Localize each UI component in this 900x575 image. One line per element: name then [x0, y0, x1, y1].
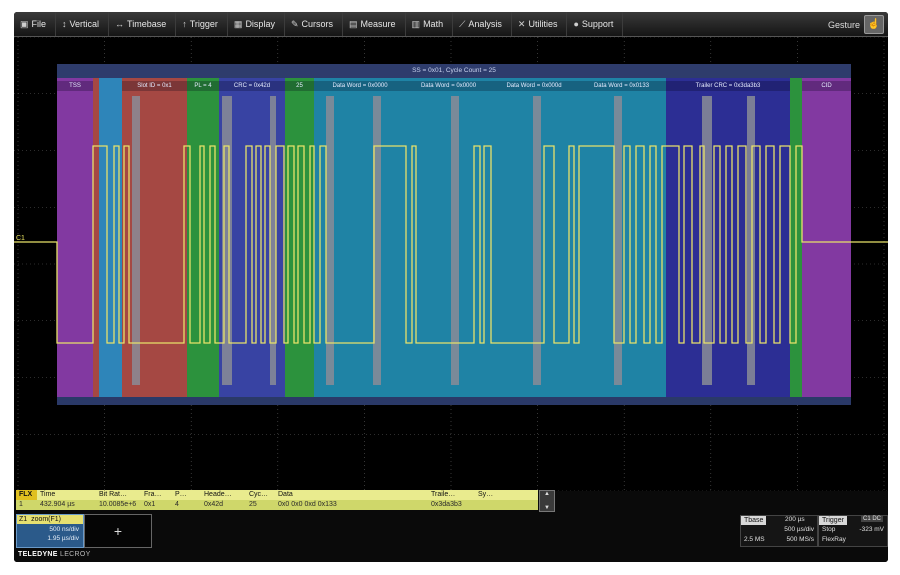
- col-header[interactable]: Traile…: [428, 490, 475, 500]
- table-cell: 10.0085e+6: [99, 501, 137, 508]
- zoom-descriptor[interactable]: Z1 zoom(F1) 500 ns/div 1.95 µs/div: [16, 514, 84, 548]
- zoom-timebase: 1.95 µs/div: [47, 535, 79, 542]
- waveform-line: [14, 145, 888, 344]
- table-cell: 25: [249, 501, 257, 508]
- table-row[interactable]: 1 432.904 µs 10.0085e+6 0x1 4 0x42d 25 0…: [16, 500, 538, 510]
- timebase-scale: 500 µs/div: [784, 526, 814, 533]
- table-cell: 0x3da3b3: [431, 501, 462, 508]
- zoom-id: Z1: [19, 516, 28, 523]
- zoom-tag: Z1 zoom(F1): [17, 515, 83, 524]
- col-header[interactable]: P…: [172, 490, 201, 500]
- decode-table-header: FLX Time Bit Rat… Fra… P… Heade… Cyc… Da…: [16, 490, 538, 500]
- col-header[interactable]: Sy…: [475, 490, 518, 500]
- channel-marker: C1: [16, 235, 25, 242]
- scroll-up-icon[interactable]: ▲: [544, 491, 550, 497]
- table-cell: 4: [175, 501, 179, 508]
- table-scroller[interactable]: ▲ ▼: [539, 490, 555, 512]
- table-cell: [475, 500, 518, 510]
- zoom-scale: 500 ns/div: [49, 526, 79, 533]
- waveform-trace: [14, 145, 888, 344]
- scope-window: ▣ File ↕ Vertical ↔ Timebase ↑ Trigger ▦ Disp…: [14, 12, 888, 562]
- scroll-down-icon[interactable]: ▼: [544, 505, 550, 511]
- trigger-icons: C1 DC: [861, 516, 884, 522]
- col-header[interactable]: Bit Rat…: [96, 490, 141, 500]
- table-cell: 0x42d: [204, 501, 224, 508]
- logo-sub: LECROY: [60, 551, 91, 558]
- trigger-type: FlexRay: [822, 536, 846, 543]
- timebase-tag: Tbase: [741, 516, 767, 525]
- table-cell: 0x0 0x0 0xd 0x133: [278, 501, 337, 508]
- col-header[interactable]: Heade…: [201, 490, 246, 500]
- add-trace-button[interactable]: +: [84, 514, 152, 548]
- row-index: 1: [19, 501, 23, 508]
- brand-logo: TELEDYNE LECROY: [18, 551, 91, 558]
- logo-brand: TELEDYNE: [18, 551, 58, 558]
- table-tag: FLX: [16, 490, 37, 500]
- trigger-level: -323 mV: [859, 526, 884, 533]
- timebase-rate: 500 MS/s: [786, 536, 814, 543]
- trigger-tag: Trigger: [819, 516, 847, 525]
- timebase-offset: 200 µs: [785, 516, 805, 523]
- table-cell: 0x1: [144, 501, 156, 508]
- col-header[interactable]: Time: [37, 490, 96, 500]
- timebase-descriptor[interactable]: Tbase 200 µs 500 µs/div 2.5 MS 500 MS/s: [740, 515, 818, 547]
- zoom-name: zoom(F1): [31, 516, 62, 523]
- trigger-descriptor[interactable]: Trigger C1 DC Stop -323 mV FlexRay: [818, 515, 888, 547]
- col-header[interactable]: Data: [275, 490, 428, 500]
- col-header[interactable]: Cyc…: [246, 490, 275, 500]
- table-cell: 432.904 µs: [40, 501, 75, 508]
- trigger-mode: Stop: [822, 526, 836, 533]
- col-header[interactable]: Fra…: [141, 490, 172, 500]
- timebase-samples: 2.5 MS: [744, 536, 765, 543]
